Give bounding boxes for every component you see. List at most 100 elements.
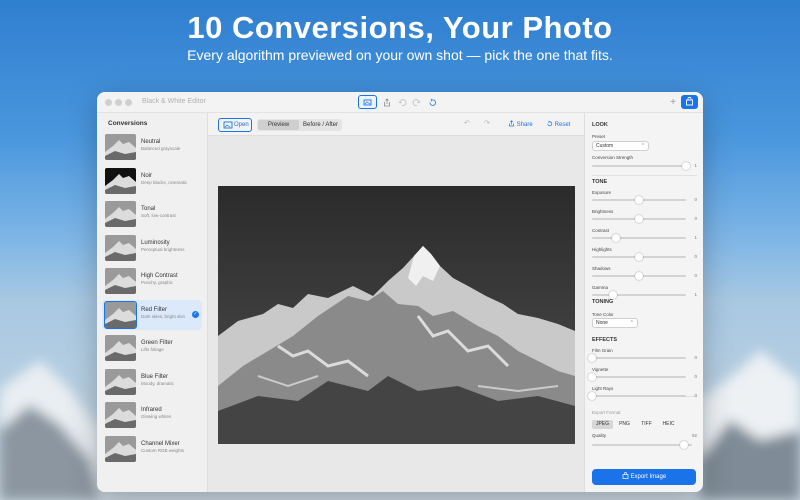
tone-value: 1 [694, 235, 697, 240]
strength-slider[interactable] [592, 162, 690, 170]
reset-label: Reset [554, 122, 571, 128]
effect-label: Light Rays [592, 386, 614, 391]
tone-slider[interactable] [592, 272, 686, 280]
tone-slider-knob[interactable] [635, 196, 643, 204]
conversion-item[interactable]: Neutral Balanced grayscale [102, 132, 202, 162]
quality-slider-knob[interactable] [680, 441, 688, 449]
title-bar: Black & White Editor + [97, 92, 703, 113]
reset-toolbar-button[interactable] [427, 96, 437, 109]
tone-value: 0 [694, 197, 697, 202]
effect-slider-knob[interactable] [588, 354, 596, 362]
add-button[interactable]: + [667, 96, 679, 109]
preset-select[interactable]: Custom ⌃ [592, 141, 649, 151]
conversion-item[interactable]: Noir Deep blacks, cinematic [102, 166, 202, 196]
tone-value: 0 [694, 273, 697, 278]
strength-value: 1 [694, 163, 697, 168]
export-format-option[interactable]: JPEG [592, 420, 613, 429]
reset-icon [547, 120, 553, 127]
tone-slider-knob[interactable] [611, 234, 620, 242]
tone-slider-knob[interactable] [635, 215, 643, 223]
tone-label: Shadows [592, 266, 611, 271]
conversion-item[interactable]: Red Filter Dark skies, bright skin ✓ [102, 299, 202, 330]
tone-slider[interactable] [592, 253, 686, 261]
quality-value: 92 [691, 433, 697, 438]
strength-label: Conversion Strength [592, 155, 634, 160]
tone-label: Gamma [592, 285, 609, 290]
conversion-description: Balanced grayscale [141, 146, 181, 151]
conversion-thumbnail [105, 234, 136, 261]
divider [592, 175, 697, 176]
conversion-item[interactable]: Tonal Soft, low-contrast [102, 199, 202, 229]
window-title: Black & White Editor [142, 98, 206, 105]
tone-value: 0 [694, 254, 697, 259]
tone-slider[interactable] [592, 291, 686, 299]
effect-label: Film Grain [592, 348, 613, 353]
conversion-item[interactable]: Infrared Glowing whites [102, 400, 202, 430]
share-toolbar-button[interactable] [381, 96, 393, 109]
preview-image [218, 186, 575, 444]
redo-toolbar-button[interactable] [412, 96, 422, 109]
conversion-item[interactable]: Green Filter Lifts foliage [102, 333, 202, 363]
share-button[interactable]: Share [508, 120, 533, 128]
export-format-segmented: JPEG PNG TIFF HEIC [592, 420, 680, 429]
reset-button[interactable]: Reset [546, 120, 570, 128]
strength-slider-knob[interactable] [682, 162, 690, 170]
checkmark-icon: ✓ [192, 310, 199, 318]
chevron-updown-icon: ⌃ [629, 320, 634, 326]
tone-slider[interactable] [592, 234, 686, 242]
preset-value: Custom [596, 143, 614, 149]
effect-slider[interactable] [588, 392, 686, 400]
app-window: Black & White Editor + Conversions Neutr… [97, 92, 703, 492]
image-view-button[interactable] [358, 95, 377, 109]
open-label: Open [234, 122, 249, 128]
export-format-option[interactable]: HEIC [658, 420, 679, 429]
export-format-option[interactable]: PNG [614, 420, 635, 429]
export-format-option[interactable]: TIFF [636, 420, 657, 429]
tone-label: Contrast [592, 228, 610, 233]
conversion-description: Glowing whites [141, 414, 172, 419]
tone-color-select[interactable]: None ⌃ [592, 318, 638, 328]
conversion-name: Neutral [141, 139, 161, 145]
conversion-item[interactable]: Luminosity Perceptual brightness [102, 233, 202, 263]
effect-slider[interactable] [588, 354, 686, 362]
conversion-name: Infrared [141, 407, 162, 413]
quality-slider[interactable] [592, 441, 692, 449]
tone-slider[interactable] [592, 215, 686, 223]
tone-slider-knob[interactable] [608, 291, 617, 299]
marketing-headline: 10 Conversions, Your Photo [187, 10, 613, 45]
conversion-description: Dark skies, bright skin [141, 313, 186, 319]
effect-slider-knob[interactable] [588, 392, 596, 400]
conversion-thumbnail [105, 268, 136, 294]
conversion-item[interactable]: Blue Filter Moody, dramatic [102, 367, 202, 397]
conversion-thumbnail [105, 134, 136, 160]
export-image-button[interactable]: Export Image [592, 469, 696, 485]
undo-toolbar-button[interactable] [397, 96, 407, 109]
before-after-tab[interactable]: Before / After [300, 120, 341, 130]
open-button[interactable]: Open [218, 118, 252, 132]
effect-slider-knob[interactable] [588, 373, 596, 381]
reset-icon [429, 98, 436, 106]
tone-color-value: None [596, 320, 608, 326]
tone-slider-knob[interactable] [635, 272, 643, 280]
tone-slider[interactable] [592, 196, 686, 204]
redo-button[interactable]: ↷ [484, 119, 490, 127]
view-mode-segmented: Preview Before / After [257, 119, 342, 131]
conversion-thumbnail [105, 201, 136, 227]
conversion-item[interactable]: Channel Mixer Custom RGB weights [102, 434, 202, 464]
tone-value: 0 [694, 216, 697, 221]
conversion-item[interactable]: High Contrast Punchy, graphic [102, 266, 202, 296]
conversion-description: Custom RGB weights [141, 447, 185, 453]
tone-slider-knob[interactable] [635, 253, 643, 261]
undo-icon: ↶ [464, 120, 470, 127]
preview-tab[interactable]: Preview [258, 120, 299, 130]
effect-slider[interactable] [588, 373, 686, 381]
export-format-label: Export Format [592, 410, 621, 415]
minimize-window-button[interactable] [115, 99, 122, 106]
effect-value: 0 [694, 393, 697, 398]
undo-button[interactable]: ↶ [464, 119, 470, 127]
tone-label: Brightness [592, 209, 614, 214]
image-icon [363, 99, 372, 106]
store-button[interactable] [681, 95, 698, 109]
zoom-window-button[interactable] [125, 99, 132, 106]
close-window-button[interactable] [105, 99, 112, 106]
